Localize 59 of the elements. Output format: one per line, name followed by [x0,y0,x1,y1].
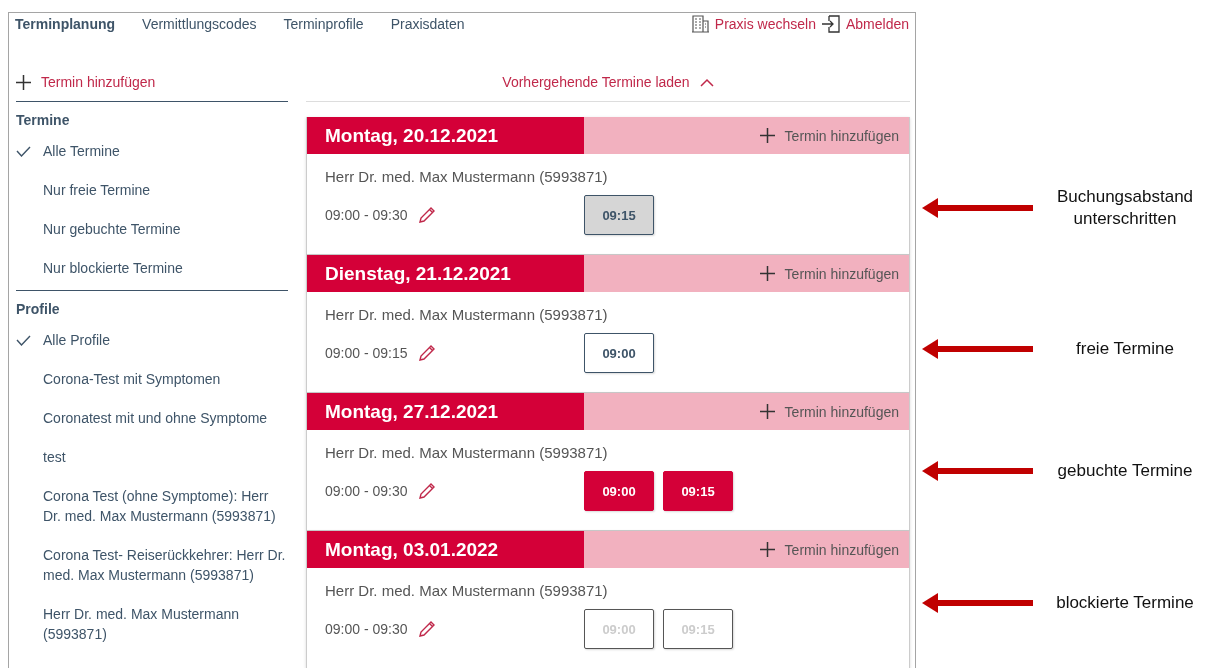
doctor-name: Herr Dr. med. Max Mustermann (5993871) [325,444,609,461]
add-appointment-link[interactable]: Termin hinzufügen [759,255,909,292]
annotation-label: Buchungsabstand unterschritten [1055,186,1195,230]
chevron-up-icon [699,77,714,87]
time-slot[interactable]: 09:00 [584,333,654,373]
filter-item[interactable]: Corona Test- Reiserückkehrer: Herr Dr. med. Max Mustermann (5993871) [43,545,288,585]
time-range: 09:00 - 09:30 [325,483,408,499]
plus-icon [759,404,775,419]
check-icon [16,335,31,346]
pencil-icon [417,482,436,500]
annotation-label: freie Termine [1075,338,1175,360]
day-date: Montag, 03.01.2022 [307,531,584,568]
filter-item[interactable]: Nur gebuchte Termine [43,219,288,239]
annotation-label: blockierte Termine [1055,592,1195,614]
load-previous-link[interactable]: Vorhergehende Termine laden [502,74,690,90]
day-date: Montag, 27.12.2021 [307,393,584,430]
plus-icon [16,74,31,90]
doctor-name: Herr Dr. med. Max Mustermann (5993871) [325,582,609,599]
filter-item[interactable]: Corona Test (ohne Symptome): Herr Dr. med. Max Mustermann (5993871) [43,486,288,526]
nav-tab[interactable]: Terminprofile [283,16,364,32]
add-appointment-link[interactable]: Termin hinzufügen [759,531,909,568]
annotation-label: gebuchte Termine [1056,460,1194,482]
plus-icon [759,542,775,557]
time-range: 09:00 - 09:30 [325,207,408,223]
plus-icon [759,266,775,281]
filter-item[interactable]: Corona-Test mit Symptomen [43,369,288,389]
section-heading: Profile [16,300,61,319]
filter-item[interactable]: Nur freie Termine [43,180,288,200]
filter-item[interactable]: Alle Termine [43,141,288,161]
add-appointment-link[interactable]: Termin hinzufügen [759,393,909,430]
add-appointment-link[interactable]: Termin hinzufügen [759,117,909,154]
time-slot[interactable]: 09:15 [584,195,654,235]
nav-tab[interactable]: Praxisdaten [390,16,465,32]
doctor-name: Herr Dr. med. Max Mustermann (5993871) [325,168,609,185]
filter-item[interactable]: Herr Dr. med. Max Mustermann (5993871) [43,604,288,644]
pencil-icon [417,620,436,638]
filter-item[interactable]: test [43,447,288,467]
pencil-icon [417,206,436,224]
filter-item[interactable]: Nur blockierte Termine [43,258,288,278]
day-date: Dienstag, 21.12.2021 [307,255,584,292]
section-heading: Termine [16,111,71,130]
building-icon [691,15,709,33]
filter-item[interactable]: Coronatest mit und ohne Symptome [43,408,288,428]
filter-item[interactable]: Alle Profile [43,330,288,350]
nav-tab[interactable]: Terminplanung [15,16,116,32]
logout-icon [821,15,840,33]
time-slot[interactable]: 09:00 [584,471,654,511]
doctor-name: Herr Dr. med. Max Mustermann (5993871) [325,306,609,323]
time-range: 09:00 - 09:15 [325,345,408,361]
time-slot[interactable]: 09:15 [663,471,733,511]
switch-practice-link[interactable]: Praxis wechseln [714,16,816,32]
nav-tab[interactable]: Vermittlungscodes [142,16,257,32]
day-date: Montag, 20.12.2021 [307,117,584,154]
plus-icon [759,128,775,143]
check-icon [16,146,31,157]
time-range: 09:00 - 09:30 [325,621,408,637]
logout-link[interactable]: Abmelden [845,16,909,32]
add-appointment-link[interactable]: Termin hinzufügen [41,74,156,90]
pencil-icon [417,344,436,362]
